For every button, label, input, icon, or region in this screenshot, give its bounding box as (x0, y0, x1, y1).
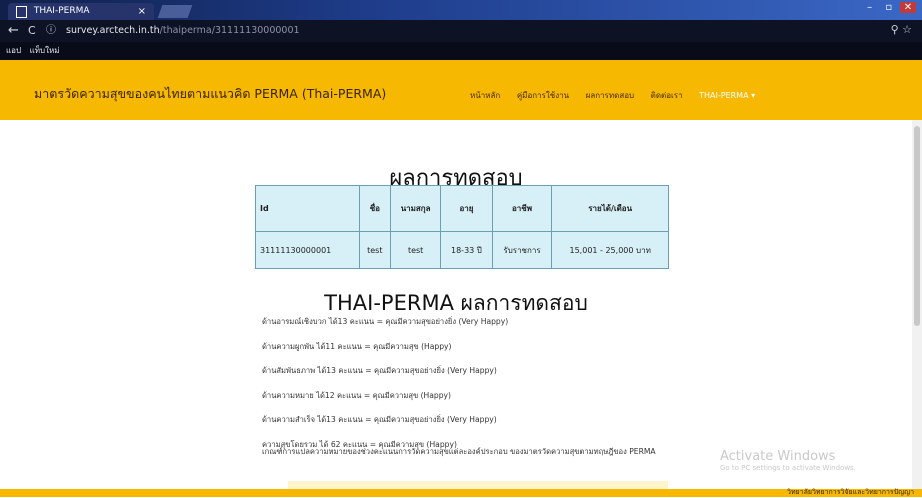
bookmark-star-icon[interactable]: ☆ (902, 23, 912, 36)
new-tab-button[interactable] (157, 5, 193, 18)
tab-close-icon[interactable]: × (138, 3, 146, 20)
minimize-icon[interactable]: – (862, 2, 878, 13)
browser-tab[interactable]: THAI-PERMA × (8, 3, 154, 20)
column-header: ชื่อ (358, 185, 392, 232)
table-cell: 18-33 ปี (440, 231, 493, 269)
column-header: อายุ (440, 185, 493, 232)
perma-result-list: ด้านอารมณ์เชิงบวก ได้13 คะแนน = คุณมีควา… (262, 316, 682, 463)
page-scrollbar[interactable] (912, 120, 922, 490)
site-navbar: มาตรวัดความสุขของคนไทยตามแนวคิด PERMA (T… (0, 60, 922, 120)
table-header-row: Id ชื่อ นามสกุล อายุ อาชีพ รายได้/เดือน (255, 185, 669, 232)
page-icon (16, 6, 27, 18)
watermark-subtitle: Go to PC settings to activate Windows. (720, 464, 856, 472)
reload-icon[interactable]: C (28, 23, 36, 39)
column-header: รายได้/เดือน (551, 185, 669, 232)
site-menu: หน้าหลัก คู่มือการใช้งาน ผลการทดสอบ ติดต… (470, 89, 769, 102)
tab-title: THAI-PERMA (33, 6, 90, 16)
list-item: ด้านความผูกพัน ได้11 คะแนน = คุณมีความสุ… (262, 341, 452, 351)
site-footer: วิทยาลัยวิทยาการวิจัยและวิทยาการปัญญา (0, 488, 922, 497)
table-cell: รับราชการ (491, 231, 553, 269)
menu-results[interactable]: ผลการทดสอบ (586, 91, 634, 100)
table-cell: test (358, 231, 392, 269)
column-header: Id (255, 185, 360, 232)
url-field[interactable]: survey.arctech.in.th/thaiperma/311111300… (66, 23, 886, 39)
bookmarks-bar: แอป แท็บใหม่ (0, 42, 922, 60)
address-actions: ⚲ ☆ (891, 23, 912, 36)
menu-manual[interactable]: คู่มือการใช้งาน (517, 91, 569, 100)
site-info-icon[interactable]: ⓘ (46, 23, 56, 39)
list-item: ด้านสัมพันธภาพ ได้13 คะแนน = คุณมีความสุ… (262, 366, 497, 375)
window-controls: – ▫ ✕ (862, 2, 916, 13)
bookmark-apps[interactable]: แอป (6, 46, 21, 55)
list-item: ด้านความสำเร็จ ได้13 คะแนน = คุณมีความสุ… (262, 415, 497, 424)
url-path: /thaiperma/31111130000001 (159, 25, 300, 36)
browser-tab-strip: THAI-PERMA × – ▫ ✕ (0, 0, 922, 20)
footer-text: วิทยาลัยวิทยาการวิจัยและวิทยาการปัญญา (787, 488, 914, 496)
column-header: นามสกุล (390, 185, 442, 232)
address-bar: ← C ⓘ survey.arctech.in.th/thaiperma/311… (0, 20, 922, 42)
list-item: ด้านความหมาย ได้12 คะแนน = คุณมีความสุข … (262, 390, 451, 400)
menu-home[interactable]: หน้าหลัก (470, 91, 500, 100)
table-cell: 15,001 - 25,000 บาท (551, 231, 669, 269)
url-host: survey.arctech.in.th (66, 25, 160, 36)
maximize-icon[interactable]: ▫ (881, 2, 897, 13)
menu-contact[interactable]: ติดต่อเรา (651, 91, 683, 100)
result-table: Id ชื่อ นามสกุล อายุ อาชีพ รายได้/เดือน … (255, 185, 669, 269)
close-window-icon[interactable]: ✕ (900, 2, 916, 13)
table-cell: 31111130000001 (255, 231, 360, 269)
table-row: 31111130000001 test test 18-33 ปี รับราช… (255, 231, 669, 269)
column-header: อาชีพ (491, 185, 553, 232)
interpretation-note: เกณฑ์การแปลความหมายของช่วงคะแนนการวัดควา… (262, 447, 656, 456)
scrollbar-thumb[interactable] (914, 126, 920, 326)
back-icon[interactable]: ← (8, 23, 19, 39)
table-cell: test (390, 231, 442, 269)
zoom-icon[interactable]: ⚲ (891, 23, 899, 36)
list-item: ด้านอารมณ์เชิงบวก ได้13 คะแนน = คุณมีควา… (262, 317, 509, 326)
menu-thai-perma-dropdown[interactable]: THAI-PERMA ▾ (699, 91, 755, 100)
activate-windows-watermark: Activate Windows Go to PC settings to ac… (720, 449, 856, 472)
bookmark-new-tab[interactable]: แท็บใหม่ (30, 46, 60, 55)
watermark-title: Activate Windows (720, 449, 836, 464)
site-brand[interactable]: มาตรวัดความสุขของคนไทยตามแนวคิด PERMA (T… (34, 84, 386, 104)
